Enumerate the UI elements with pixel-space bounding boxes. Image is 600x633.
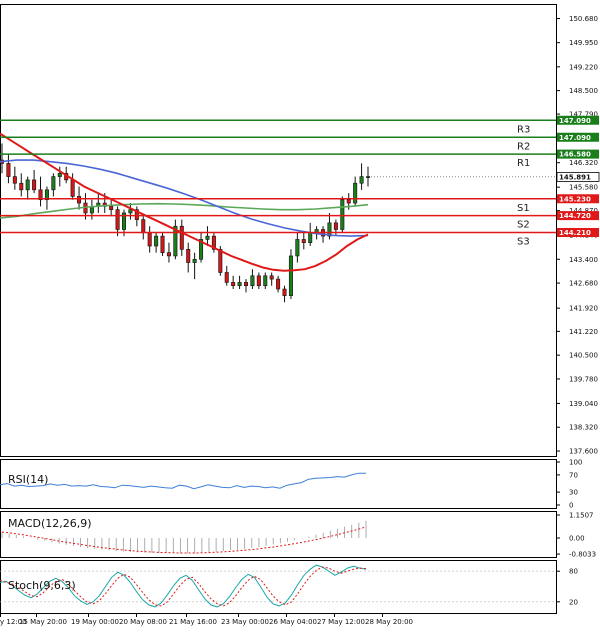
level-name-s3: S3 [517, 236, 530, 247]
time-axis-label: 15 May 20:00 [19, 618, 67, 626]
rsi-axis-label: 0 [569, 502, 573, 510]
level-value-s3: 144.210 [559, 229, 591, 237]
candle-body [346, 199, 351, 204]
candle-body [12, 176, 17, 184]
candle-body [70, 179, 75, 197]
price-axis-label: 138.320 [569, 424, 598, 432]
candle-body [231, 282, 236, 287]
candle-body [19, 182, 24, 191]
level-value-s1: 145.230 [559, 195, 591, 203]
price-axis-label: 142.680 [569, 280, 598, 288]
price-axis-label: 148.500 [569, 87, 598, 95]
current-price-value: 145.891 [559, 173, 591, 181]
candle-body [186, 249, 191, 263]
rsi-axis-label: 30 [569, 489, 578, 497]
candle-body [308, 232, 313, 244]
price-axis-label: 145.580 [569, 184, 598, 192]
candle-body [160, 235, 165, 253]
stoch-title: Stoch(9,6,3) [8, 579, 76, 592]
candle-body [51, 176, 56, 191]
time-axis-label: 28 May 20:00 [365, 618, 413, 626]
macd-axis-label: -0.8033 [569, 551, 596, 559]
rsi-axis-label: 70 [569, 471, 578, 479]
price-axis-label: 146.320 [569, 159, 598, 167]
candle-body [276, 278, 281, 290]
price-axis-label: 139.780 [569, 375, 598, 383]
candle-body [57, 172, 62, 177]
candle-body [115, 209, 120, 230]
price-axis-label: 141.220 [569, 328, 598, 336]
candle-body [25, 179, 30, 191]
candle-body [154, 235, 159, 247]
macd-axis-label: 0.00 [569, 535, 585, 543]
price-axis-label: 141.920 [569, 305, 598, 313]
level-name-r3: R3 [517, 124, 530, 135]
rsi-panel-frame [0, 459, 557, 509]
level-value-r1: 146.580 [559, 151, 591, 159]
candle-body [224, 272, 229, 283]
forex-chart: 150.680149.950149.220148.500147.790147.0… [0, 4, 600, 626]
candle-body [205, 235, 210, 240]
candle-body [263, 275, 268, 287]
candle-body [340, 199, 345, 230]
stoch-axis-label: 80 [569, 568, 578, 576]
candle-body [109, 206, 114, 210]
candle-body [179, 225, 184, 250]
candle-body [269, 275, 274, 280]
time-axis-label: 19 May 00:00 [71, 618, 119, 626]
candle-body [250, 275, 255, 287]
level-name-s2: S2 [517, 220, 530, 231]
candle-body [301, 239, 306, 244]
time-axis-label: 20 May 08:00 [119, 618, 167, 626]
price-axis-label: 139.040 [569, 400, 598, 408]
level-name-r2: R2 [517, 141, 530, 152]
time-axis: y 12:0015 May 20:00 19 May 00:00 20 May 08… [0, 613, 413, 626]
candle-body [6, 163, 11, 177]
time-axis-label: 27 May 12:00 [317, 618, 365, 626]
candle-body [77, 196, 82, 204]
candle-body [295, 239, 300, 257]
candle-body [141, 219, 146, 234]
price-axis-label: 143.400 [569, 256, 598, 264]
time-axis-label: 23 May 00:00 [221, 618, 269, 626]
level-value-r2: 147.090 [559, 134, 591, 142]
candle-body [192, 258, 197, 263]
time-axis-label: 26 May 04:00 [269, 618, 317, 626]
chart-root: 150.680149.950149.220148.500147.790147.0… [0, 0, 600, 629]
candle-body [288, 255, 293, 296]
candle-body [282, 288, 287, 296]
candle-body [237, 282, 242, 287]
level-value-s2: 144.720 [559, 212, 591, 220]
level-name-r1: R1 [517, 158, 530, 169]
price-axis-label: 149.950 [569, 39, 598, 47]
level-value-r3: 147.090 [559, 117, 591, 125]
candle-body [333, 222, 338, 230]
candle-body [244, 282, 249, 287]
stoch-axis-label: 20 [569, 598, 578, 606]
candle-body [256, 275, 261, 287]
main-panel-frame [0, 4, 557, 457]
candle-body [128, 209, 133, 214]
candle-body [353, 182, 358, 204]
rsi-title: RSI(14) [8, 473, 48, 486]
rsi-axis-label: 100 [569, 459, 582, 467]
price-axis-label: 150.680 [569, 15, 598, 23]
time-axis-label: 21 May 16:00 [169, 618, 217, 626]
candle-body [359, 176, 364, 184]
macd-axis-label: 1.1507 [569, 511, 594, 519]
level-name-s1: S1 [517, 203, 530, 214]
price-axis-label: 140.500 [569, 352, 598, 360]
price-axis-label: 149.220 [569, 63, 598, 71]
candle-body [32, 179, 37, 191]
price-axis-label: 137.600 [569, 448, 598, 456]
candle-body [166, 252, 171, 257]
candle-body [218, 249, 223, 273]
macd-title: MACD(12,26,9) [8, 517, 92, 530]
candle-body [147, 232, 152, 247]
